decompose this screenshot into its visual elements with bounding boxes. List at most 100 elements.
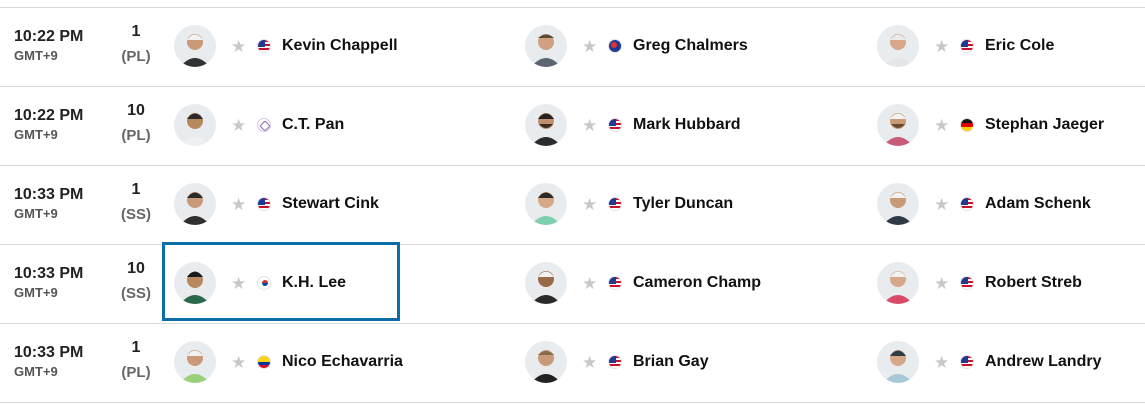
player-name[interactable]: Stephan Jaeger — [985, 116, 1104, 134]
us-flag-icon — [608, 197, 622, 211]
timezone: GMT+9 — [14, 206, 58, 221]
tee-time: 10:33 PM — [14, 186, 84, 203]
player-brian-gay[interactable]: ★ Brian Gay — [525, 341, 709, 383]
favorite-star-icon[interactable]: ★ — [582, 354, 598, 371]
selected-player-focus-outline — [162, 242, 400, 321]
us-flag-icon — [960, 197, 974, 211]
player-cameron-champ[interactable]: ★ Cameron Champ — [525, 262, 761, 304]
favorite-star-icon[interactable]: ★ — [934, 354, 950, 371]
tee-number: 10 — [127, 102, 145, 119]
time-cell: 10:33 PM GMT+9 — [14, 264, 104, 301]
player-avatar — [174, 183, 216, 225]
timezone: GMT+9 — [14, 127, 58, 142]
player-name[interactable]: Nico Echavarria — [282, 353, 403, 371]
favorite-star-icon[interactable]: ★ — [934, 117, 950, 134]
player-avatar — [525, 25, 567, 67]
player-name[interactable]: Tyler Duncan — [633, 195, 733, 213]
player-name[interactable]: Eric Cole — [985, 37, 1054, 55]
player-avatar — [877, 341, 919, 383]
player-avatar — [174, 341, 216, 383]
row-divider — [0, 402, 1145, 403]
player-greg-chalmers[interactable]: ★ Greg Chalmers — [525, 25, 748, 67]
us-flag-icon — [608, 118, 622, 132]
favorite-star-icon[interactable]: ★ — [934, 196, 950, 213]
tee-time: 10:22 PM — [14, 107, 84, 124]
tee-number: 1 — [131, 23, 141, 40]
player-avatar — [525, 183, 567, 225]
player-ct-pan[interactable]: ★ C.T. Pan — [174, 104, 344, 146]
player-name[interactable]: Greg Chalmers — [633, 37, 748, 55]
player-mark-hubbard[interactable]: ★ Mark Hubbard — [525, 104, 741, 146]
player-name[interactable]: C.T. Pan — [282, 116, 344, 134]
player-name[interactable]: Andrew Landry — [985, 353, 1101, 371]
tee-cell: 1 (SS) — [113, 180, 159, 225]
us-flag-icon — [960, 355, 974, 369]
player-name[interactable]: Kevin Chappell — [282, 37, 398, 55]
tee-cell: 1 (PL) — [113, 338, 159, 383]
tee-time-row: 10:33 PM GMT+9 1 (PL) ★ Nico Echavarria … — [0, 323, 1145, 402]
course-code: (SS) — [121, 206, 151, 223]
course-code: (PL) — [121, 364, 151, 381]
player-avatar — [525, 104, 567, 146]
player-name[interactable]: Brian Gay — [633, 353, 709, 371]
player-name[interactable]: Adam Schenk — [985, 195, 1091, 213]
time-cell: 10:22 PM GMT+9 — [14, 27, 104, 64]
tee-number: 1 — [131, 181, 141, 198]
time-cell: 10:33 PM GMT+9 — [14, 343, 104, 380]
favorite-star-icon[interactable]: ★ — [582, 275, 598, 292]
favorite-star-icon[interactable]: ★ — [231, 196, 247, 213]
player-name[interactable]: Robert Streb — [985, 274, 1082, 292]
player-kevin-chappell[interactable]: ★ Kevin Chappell — [174, 25, 398, 67]
player-avatar — [877, 262, 919, 304]
tee-cell: 10 (SS) — [113, 259, 159, 304]
us-flag-icon — [608, 276, 622, 290]
tee-cell: 1 (PL) — [113, 22, 159, 67]
player-name[interactable]: Cameron Champ — [633, 274, 761, 292]
tee-number: 10 — [127, 260, 145, 277]
favorite-star-icon[interactable]: ★ — [231, 354, 247, 371]
favorite-star-icon[interactable]: ★ — [582, 38, 598, 55]
time-cell: 10:22 PM GMT+9 — [14, 106, 104, 143]
timezone: GMT+9 — [14, 364, 58, 379]
tee-time: 10:22 PM — [14, 28, 84, 45]
favorite-star-icon[interactable]: ★ — [231, 38, 247, 55]
player-avatar — [877, 104, 919, 146]
course-code: (SS) — [121, 285, 151, 302]
player-stephan-jaeger[interactable]: ★ Stephan Jaeger — [877, 104, 1104, 146]
tee-number: 1 — [131, 339, 141, 356]
favorite-star-icon[interactable]: ★ — [582, 117, 598, 134]
favorite-star-icon[interactable]: ★ — [582, 196, 598, 213]
time-cell: 10:33 PM GMT+9 — [14, 185, 104, 222]
us-flag-icon — [608, 355, 622, 369]
player-nico-echavarria[interactable]: ★ Nico Echavarria — [174, 341, 403, 383]
player-avatar — [877, 25, 919, 67]
favorite-star-icon[interactable]: ★ — [231, 117, 247, 134]
timezone: GMT+9 — [14, 285, 58, 300]
player-robert-streb[interactable]: ★ Robert Streb — [877, 262, 1082, 304]
tee-cell: 10 (PL) — [113, 101, 159, 146]
tee-time: 10:33 PM — [14, 265, 84, 282]
course-code: (PL) — [121, 127, 151, 144]
player-name[interactable]: Mark Hubbard — [633, 116, 741, 134]
us-flag-icon — [257, 39, 271, 53]
timezone: GMT+9 — [14, 48, 58, 63]
tee-time: 10:33 PM — [14, 344, 84, 361]
player-andrew-landry[interactable]: ★ Andrew Landry — [877, 341, 1101, 383]
us-flag-icon — [960, 39, 974, 53]
player-tyler-duncan[interactable]: ★ Tyler Duncan — [525, 183, 733, 225]
course-code: (PL) — [121, 48, 151, 65]
player-eric-cole[interactable]: ★ Eric Cole — [877, 25, 1054, 67]
favorite-star-icon[interactable]: ★ — [934, 38, 950, 55]
player-avatar — [174, 25, 216, 67]
tw-flag-icon — [257, 118, 271, 132]
player-adam-schenk[interactable]: ★ Adam Schenk — [877, 183, 1091, 225]
player-avatar — [174, 104, 216, 146]
tee-time-row: 10:33 PM GMT+9 1 (SS) ★ Stewart Cink ★ T… — [0, 165, 1145, 244]
player-stewart-cink[interactable]: ★ Stewart Cink — [174, 183, 379, 225]
us-flag-icon — [257, 197, 271, 211]
player-avatar — [525, 341, 567, 383]
us-flag-icon — [960, 276, 974, 290]
player-avatar — [525, 262, 567, 304]
player-name[interactable]: Stewart Cink — [282, 195, 379, 213]
favorite-star-icon[interactable]: ★ — [934, 275, 950, 292]
